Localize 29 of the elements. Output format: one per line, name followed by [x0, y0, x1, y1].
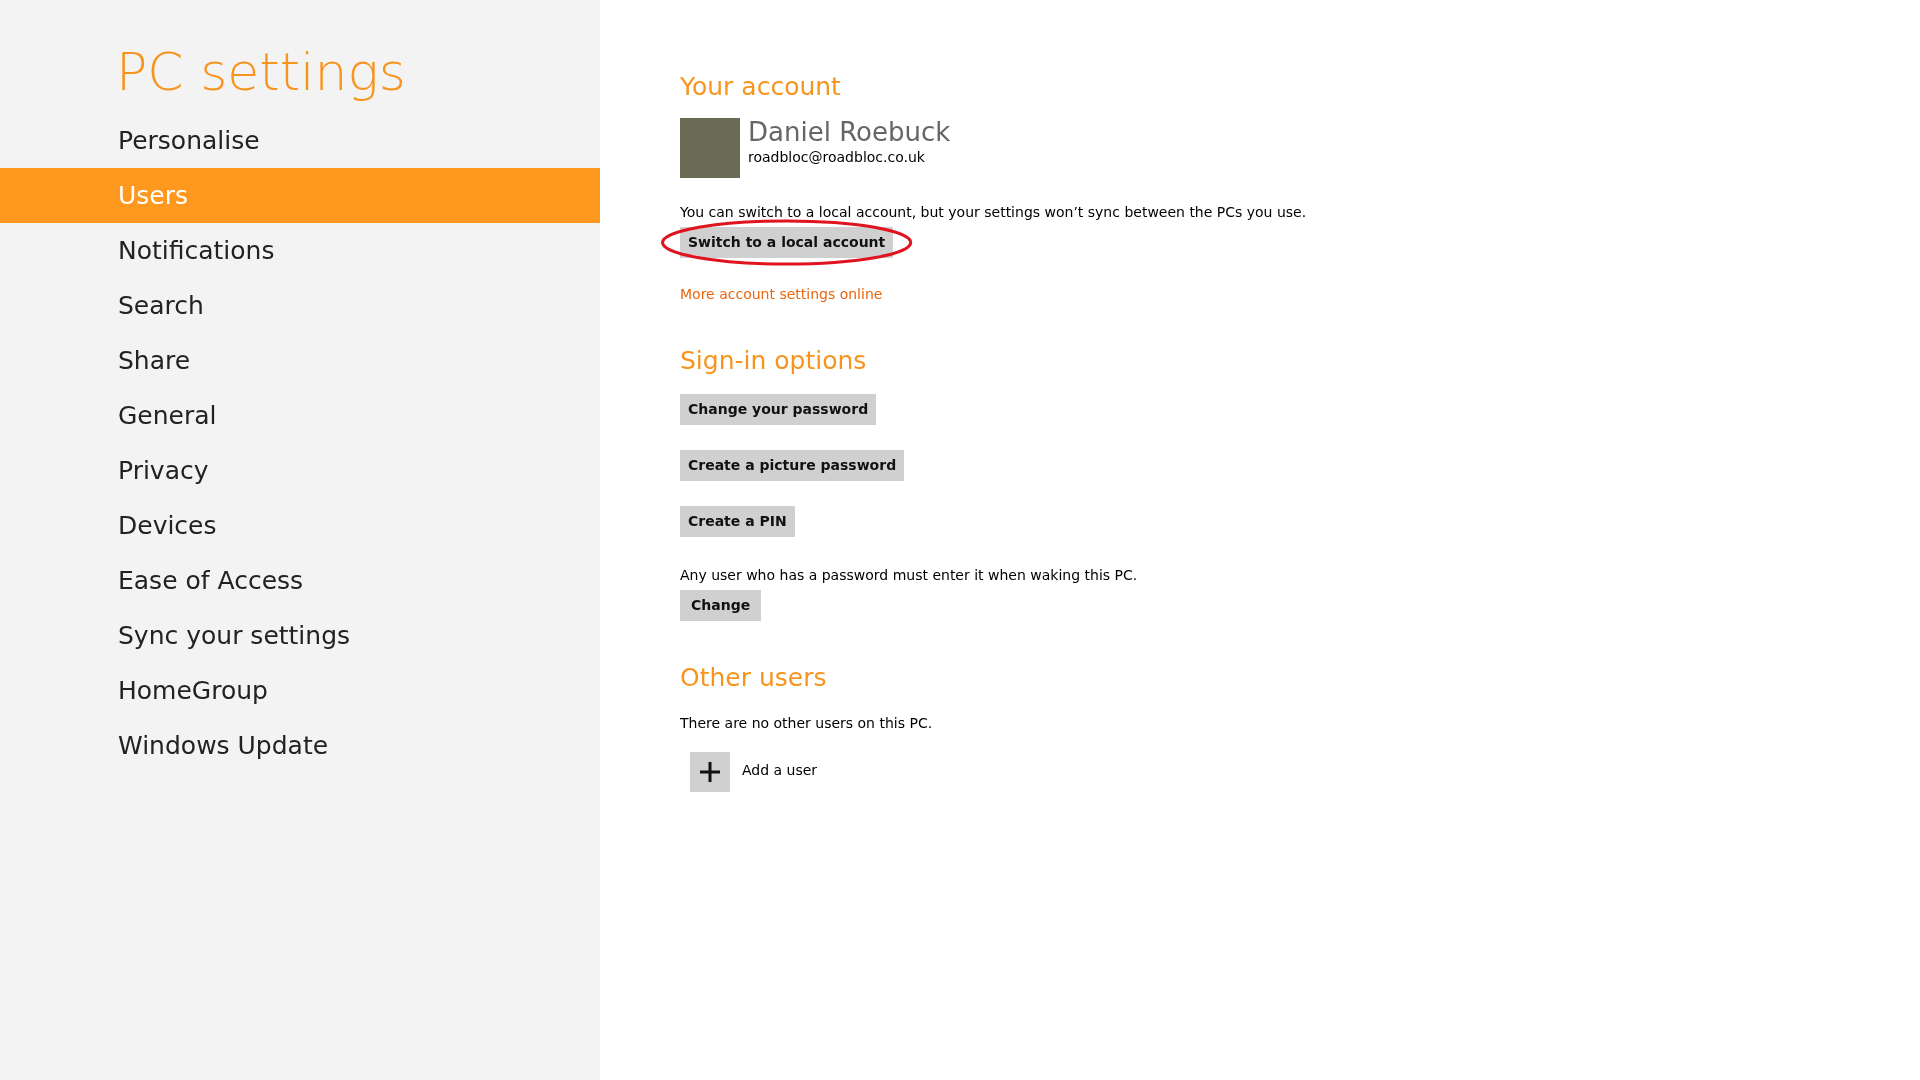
sign-in-option-button[interactable]: Create a PIN	[680, 506, 795, 537]
change-button[interactable]: Change	[680, 590, 762, 621]
page-title: PC settings	[115, 41, 407, 104]
sidebar-item[interactable]: Sync your settings	[0, 608, 600, 664]
other-users-note: There are no other users on this PC.	[680, 714, 934, 733]
sidebar-item[interactable]: General	[0, 388, 600, 444]
add-user-button[interactable]	[690, 752, 730, 792]
section-heading: Your account	[680, 72, 842, 102]
sidebar-item[interactable]: Windows Update	[0, 718, 600, 774]
sidebar-item[interactable]: Share	[0, 333, 600, 389]
sidebar-item[interactable]: HomeGroup	[0, 663, 600, 719]
add-user-label: Add a user	[742, 761, 818, 780]
section-heading: Other users	[680, 663, 828, 693]
sidebar-item[interactable]: Ease of Access	[0, 553, 600, 609]
photo-placeholder	[680, 118, 740, 178]
sidebar-item[interactable]: Privacy	[0, 443, 600, 499]
account-email: roadbloc@roadbloc.co.uk	[748, 147, 926, 167]
sign-in-note: Any user who has a password must enter it when waking this PC.	[680, 566, 1139, 585]
sidebar-item[interactable]: Personalise	[0, 113, 600, 169]
account-note: You can switch to a local account, but your settings won’t sync between the PCs you use.	[680, 203, 1307, 222]
sidebar-item[interactable]: Search	[0, 278, 600, 334]
switch-account-button[interactable]: Switch to a local account	[680, 227, 894, 258]
account-name: Daniel Roebuck	[748, 118, 951, 147]
section-heading: Sign-in options	[680, 346, 868, 376]
sign-in-option-button[interactable]: Change your password	[680, 394, 877, 425]
plus-icon	[700, 762, 720, 782]
sign-in-option-button[interactable]: Create a picture password	[680, 450, 905, 481]
sidebar-item[interactable]: Devices	[0, 498, 600, 554]
sidebar-item[interactable]: Notifications	[0, 223, 600, 279]
